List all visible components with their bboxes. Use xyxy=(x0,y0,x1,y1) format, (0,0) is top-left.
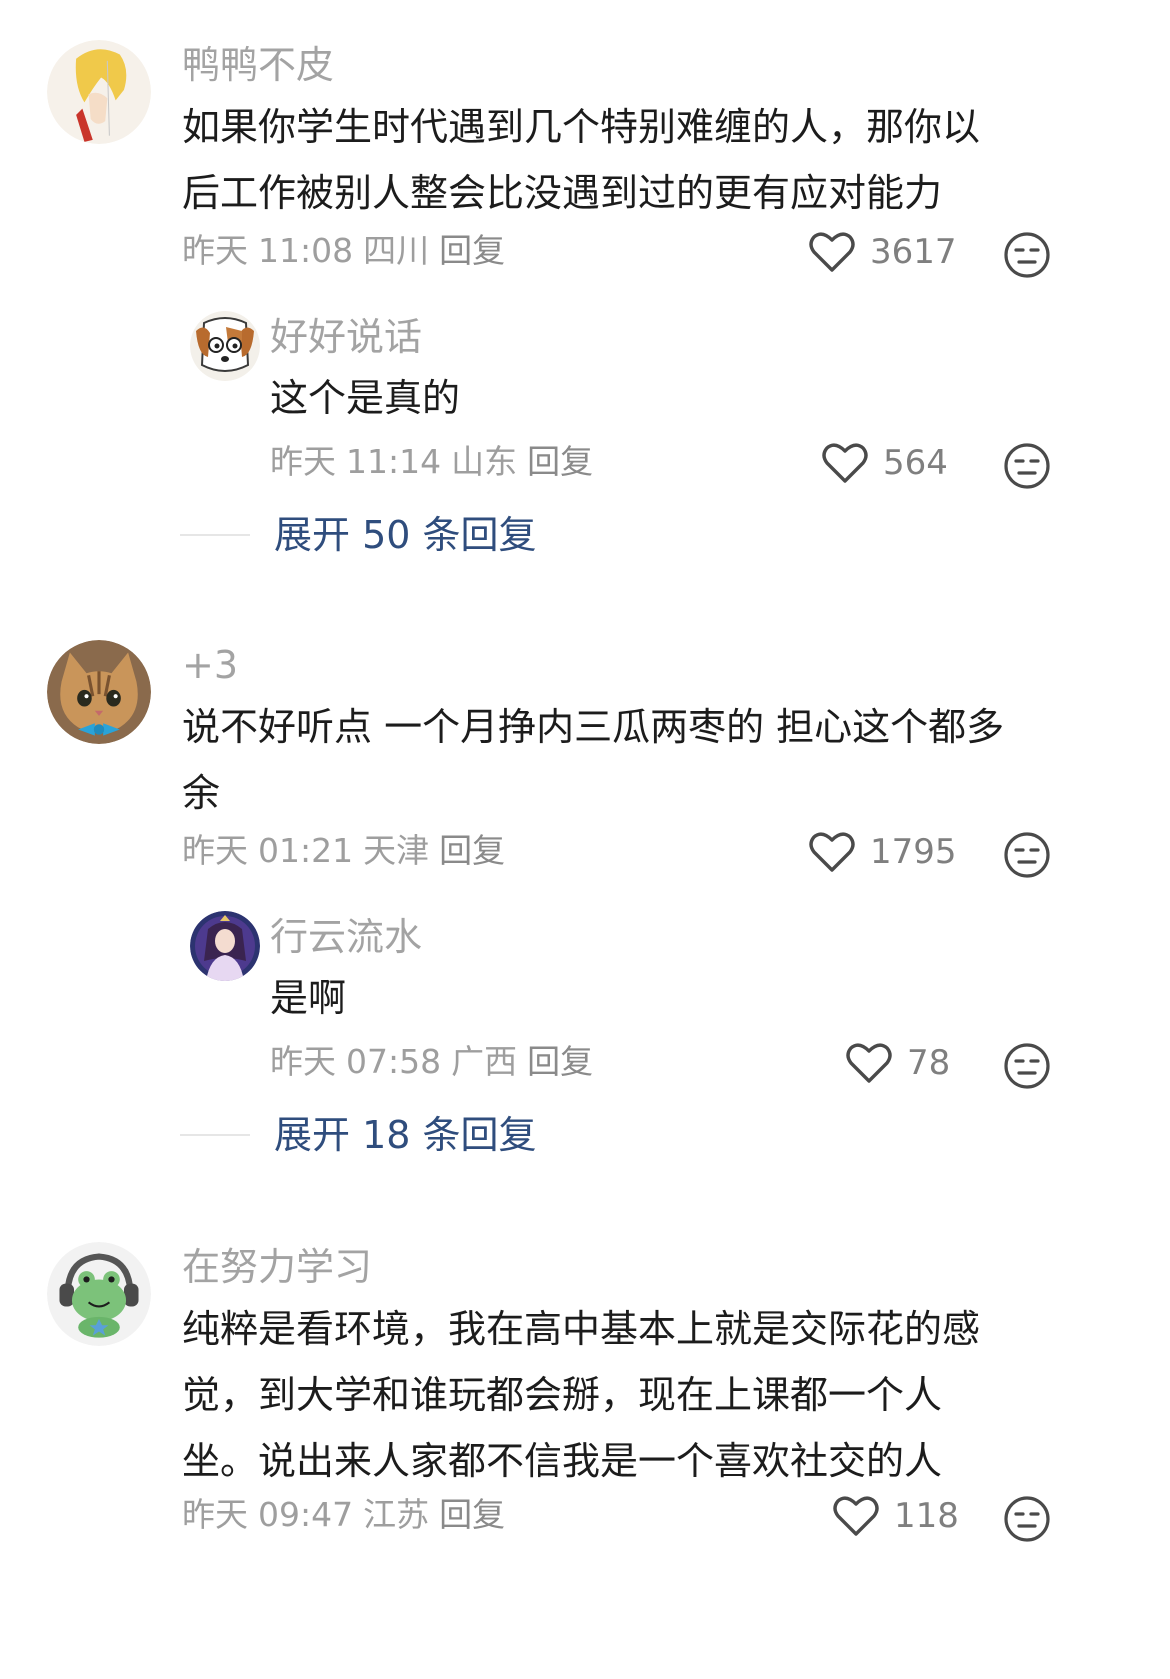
comment-time: 01:21 xyxy=(258,831,354,870)
reply-date: 昨天 xyxy=(270,442,336,481)
reply-meta: 昨天 11:14 山东 回复 xyxy=(270,445,603,478)
neutral-face-emoji-icon[interactable] xyxy=(1002,1494,1052,1544)
comment-time: 11:08 xyxy=(258,231,354,270)
like-button[interactable]: 3617 xyxy=(808,230,957,274)
comment-line: 后工作被别人整会比没遇到过的更有应对能力 xyxy=(182,171,943,215)
reply-location: 广西 xyxy=(451,1042,518,1081)
expand-replies-button[interactable]: 展开 50 条回复 xyxy=(180,516,537,554)
comment-line: 余 xyxy=(182,771,221,815)
neutral-face-emoji-icon[interactable] xyxy=(1002,441,1052,491)
divider xyxy=(180,534,250,536)
comment-location: 四川 xyxy=(363,231,430,270)
neutral-face-emoji-icon[interactable] xyxy=(1002,830,1052,880)
heart-outline-icon xyxy=(809,832,855,872)
reply-button[interactable]: 回复 xyxy=(439,831,505,870)
comment-date: 昨天 xyxy=(182,831,248,870)
comment-line: 纯粹是看环境，我在高中基本上就是交际花的感 xyxy=(182,1307,981,1351)
reply-user-avatar[interactable] xyxy=(190,911,260,981)
comment-time: 09:47 xyxy=(258,1495,354,1534)
comment-text: 纯粹是看环境，我在高中基本上就是交际花的感 觉，到大学和谁玩都会掰，现在上课都一… xyxy=(182,1296,1082,1494)
reply-meta: 昨天 07:58 广西 回复 xyxy=(270,1045,603,1078)
neutral-face-emoji-icon[interactable] xyxy=(1002,230,1052,280)
comment-item: 在努力学习 纯粹是看环境，我在高中基本上就是交际花的感 觉，到大学和谁玩都会掰，… xyxy=(0,1242,1170,1642)
comment-text: 说不好听点 一个月挣内三瓜两枣的 担心这个都多 余 xyxy=(182,694,1082,826)
reply-user-avatar[interactable] xyxy=(190,311,260,381)
expand-replies-label[interactable]: 展开 50 条回复 xyxy=(274,516,537,554)
like-count: 3617 xyxy=(870,232,957,272)
like-count: 564 xyxy=(883,443,948,483)
reply-text: 是啊 xyxy=(270,976,347,1020)
comment-meta: 昨天 09:47 江苏 回复 xyxy=(182,1498,515,1531)
expand-replies-label[interactable]: 展开 18 条回复 xyxy=(274,1116,537,1154)
reply-button[interactable]: 回复 xyxy=(527,1042,593,1081)
heart-outline-icon xyxy=(809,232,855,272)
reply-time: 11:14 xyxy=(346,442,442,481)
comment-text: 如果你学生时代遇到几个特别难缠的人，那你以 后工作被别人整会比没遇到过的更有应对… xyxy=(182,94,1082,226)
heart-outline-icon xyxy=(833,1496,879,1536)
reply-time: 07:58 xyxy=(346,1042,442,1081)
reply-button[interactable]: 回复 xyxy=(439,231,505,270)
neutral-face-emoji-icon[interactable] xyxy=(1002,1041,1052,1091)
reply-text: 这个是真的 xyxy=(270,376,461,420)
comment-item: 鸭鸭不皮 如果你学生时代遇到几个特别难缠的人，那你以 后工作被别人整会比没遇到过… xyxy=(0,40,1170,580)
reply-button[interactable]: 回复 xyxy=(527,442,593,481)
user-avatar[interactable] xyxy=(47,640,151,744)
comment-line: 说不好听点 一个月挣内三瓜两枣的 担心这个都多 xyxy=(182,705,1005,749)
user-avatar[interactable] xyxy=(47,40,151,144)
comment-line: 坐。说出来人家都不信我是一个喜欢社交的人 xyxy=(182,1439,943,1483)
like-button[interactable]: 1795 xyxy=(808,830,957,874)
reply-username[interactable]: 好好说话 xyxy=(270,318,422,356)
like-count: 118 xyxy=(894,1496,959,1536)
comment-date: 昨天 xyxy=(182,231,248,270)
comment-location: 江苏 xyxy=(363,1495,430,1534)
user-avatar[interactable] xyxy=(47,1242,151,1346)
like-count: 1795 xyxy=(870,832,957,872)
reply-location: 山东 xyxy=(451,442,518,481)
heart-outline-icon xyxy=(822,443,868,483)
reply-username[interactable]: 行云流水 xyxy=(270,918,422,956)
username[interactable]: +3 xyxy=(182,646,238,684)
comment-line: 如果你学生时代遇到几个特别难缠的人，那你以 xyxy=(182,105,981,149)
reply-date: 昨天 xyxy=(270,1042,336,1081)
comment-item: +3 说不好听点 一个月挣内三瓜两枣的 担心这个都多 余 昨天 01:21 天津 回复… xyxy=(0,640,1170,1180)
like-count: 78 xyxy=(907,1043,951,1083)
comment-line: 觉，到大学和谁玩都会掰，现在上课都一个人 xyxy=(182,1373,943,1417)
divider xyxy=(180,1134,250,1136)
comment-date: 昨天 xyxy=(182,1495,248,1534)
reply-button[interactable]: 回复 xyxy=(439,1495,505,1534)
like-button[interactable]: 564 xyxy=(821,441,948,485)
like-button[interactable]: 78 xyxy=(845,1041,950,1085)
comment-meta: 昨天 01:21 天津 回复 xyxy=(182,834,515,867)
comment-location: 天津 xyxy=(363,831,430,870)
comment-meta: 昨天 11:08 四川 回复 xyxy=(182,234,515,267)
like-button[interactable]: 118 xyxy=(832,1494,959,1538)
heart-outline-icon xyxy=(846,1043,892,1083)
expand-replies-button[interactable]: 展开 18 条回复 xyxy=(180,1116,537,1154)
username[interactable]: 在努力学习 xyxy=(182,1248,372,1286)
username[interactable]: 鸭鸭不皮 xyxy=(182,46,334,84)
